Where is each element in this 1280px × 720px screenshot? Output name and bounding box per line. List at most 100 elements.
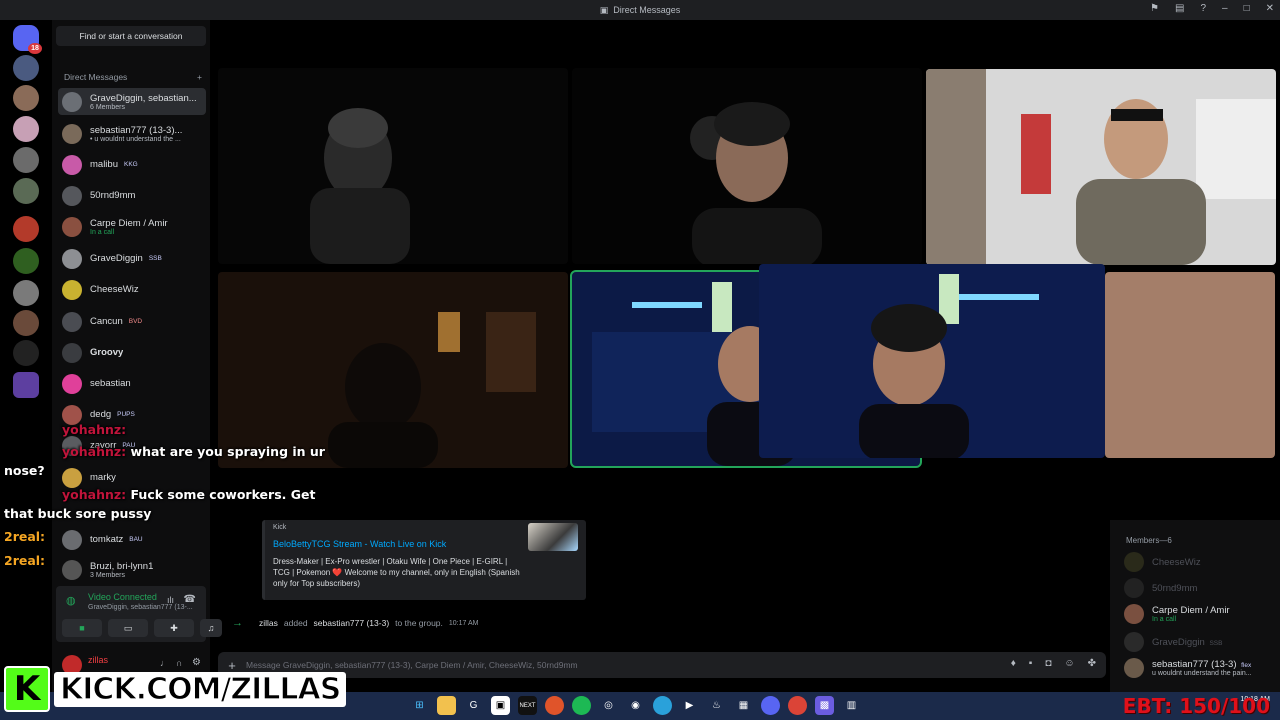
browser-icon[interactable] (545, 696, 564, 715)
composer-icons: ♦ ▪ ◘ ☺ ✤ (1011, 658, 1096, 669)
dm-item[interactable]: tomkatz BAU (58, 526, 206, 553)
gif-icon[interactable]: ▪ (1029, 658, 1033, 669)
spotify-icon[interactable] (572, 696, 591, 715)
server-icon[interactable] (13, 280, 39, 306)
avatar (62, 123, 82, 144)
app-icon[interactable]: ▣ (491, 696, 510, 715)
gift-icon[interactable]: ♦ (1011, 658, 1016, 669)
dm-item[interactable]: sebastian (58, 370, 206, 397)
find-conversation-button[interactable]: Find or start a conversation (56, 26, 206, 46)
steam-icon[interactable]: ♨ (707, 696, 726, 715)
member-item[interactable]: Carpe Diem / Amir In a call (1124, 604, 1274, 624)
discord-icon[interactable] (761, 696, 780, 715)
avatar (62, 373, 82, 394)
embed-thumbnail[interactable] (528, 523, 578, 551)
video-tile-empty[interactable] (1105, 272, 1275, 458)
minimize-button[interactable]: – (1222, 3, 1228, 14)
overlay-chat-line: yohahnz: (62, 422, 127, 437)
disconnect-icon[interactable]: ☎ (184, 594, 196, 605)
server-tag: KKG (124, 161, 138, 168)
overlay-chat-line: yohahnz: what are you spraying in ur (62, 444, 325, 459)
flag-icon[interactable]: ⚑ (1150, 3, 1159, 14)
help-icon[interactable]: ? (1200, 3, 1206, 14)
inbox-tray-icon[interactable]: ▤ (1175, 3, 1184, 14)
voice-buttons: ■ ▭ ✚ ♫ (62, 619, 222, 637)
member-item[interactable]: 50rnd9mm (1124, 578, 1274, 598)
soundboard-button[interactable]: ♫ (200, 619, 222, 637)
dm-item[interactable]: malibu KKG (58, 151, 206, 178)
app-icon[interactable]: ▥ (842, 696, 861, 715)
window-controls: ⚑ ▤ ? – □ ✕ (1150, 3, 1274, 14)
noise-suppression-icon[interactable]: ılı (167, 595, 174, 605)
server-icon[interactable] (13, 178, 39, 204)
app-icon[interactable]: ▦ (734, 696, 753, 715)
emoji-icon[interactable]: ☺ (1064, 658, 1074, 669)
camera-icon: ■ (79, 623, 85, 633)
avatar (62, 279, 82, 300)
server-icon[interactable] (13, 340, 39, 366)
dm-item[interactable]: Cancun BVD (58, 308, 206, 335)
app-icon[interactable]: ▩ (815, 696, 834, 715)
dm-item[interactable]: CheeseWiz (58, 276, 206, 303)
link-embed: Kick BeloBettyTCG Stream - Watch Live on… (262, 520, 586, 600)
server-rail: 18 (0, 20, 52, 692)
server-icon[interactable] (13, 216, 39, 242)
dm-item[interactable]: Bruzi, bri-lynn1 3 Members (58, 556, 206, 583)
server-icon[interactable] (13, 372, 39, 398)
server-tag: BAU (129, 536, 143, 543)
webcam-feed (759, 264, 1105, 458)
member-item[interactable]: sebastian777 (13-3) flex u wouldnt unders… (1124, 658, 1274, 678)
chrome-icon[interactable] (788, 696, 807, 715)
camera-button[interactable]: ■ (62, 619, 102, 637)
app-icon[interactable]: G (464, 696, 483, 715)
media-icon[interactable]: ▶ (680, 696, 699, 715)
home-button[interactable]: 18 (13, 25, 42, 54)
server-tag: SSB (148, 255, 162, 262)
dm-section-header: Direct Messages + (64, 72, 202, 82)
telegram-icon[interactable] (653, 696, 672, 715)
dm-item[interactable]: Groovy (58, 339, 206, 366)
server-icon[interactable] (13, 85, 39, 111)
video-tile[interactable] (218, 68, 568, 264)
server-tag: PUPS (117, 411, 135, 418)
dm-item[interactable]: GraveDiggin SSB (58, 245, 206, 272)
avatar (1124, 604, 1144, 624)
actor-name[interactable]: zillas (259, 618, 278, 628)
start-icon[interactable]: ⊞ (410, 696, 429, 715)
signal-icon: ◍ (66, 595, 76, 607)
member-list: Members—6 CheeseWiz 50rnd9mm Carpe Diem … (1110, 520, 1280, 692)
add-dm-icon[interactable]: + (197, 72, 202, 82)
file-explorer-icon[interactable] (437, 696, 456, 715)
server-icon[interactable] (13, 310, 39, 336)
app-icon[interactable]: NEXT (518, 696, 537, 715)
video-tile[interactable] (218, 272, 568, 468)
server-icon[interactable] (13, 147, 39, 173)
video-tile[interactable] (572, 68, 922, 264)
app-icon[interactable]: ◎ (599, 696, 618, 715)
message-composer[interactable]: + Message GraveDiggin, sebastian777 (13-… (218, 652, 1106, 678)
target-name[interactable]: sebastian777 (13-3) (314, 618, 390, 628)
dm-item[interactable]: 50rnd9mm (58, 182, 206, 209)
dm-item[interactable]: Carpe Diem / Amir In a call (58, 213, 206, 240)
dm-item[interactable]: GraveDiggin, sebastian... 6 Members (58, 88, 206, 115)
server-icon[interactable] (13, 248, 39, 274)
member-item[interactable]: CheeseWiz (1124, 552, 1274, 572)
video-tile[interactable] (926, 69, 1276, 265)
app-icon[interactable]: ◉ (626, 696, 645, 715)
embed-title-link[interactable]: BeloBettyTCG Stream - Watch Live on Kick (273, 539, 446, 549)
overlay-chat-line: nose? (4, 463, 45, 478)
apps-icon[interactable]: ✤ (1088, 658, 1096, 669)
server-icon[interactable] (13, 55, 39, 81)
dm-item[interactable]: sebastian777 (13-3)... • u wouldnt unders… (58, 120, 206, 147)
activities-button[interactable]: ✚ (154, 619, 194, 637)
video-grid (210, 20, 1280, 520)
avatar (1124, 578, 1144, 598)
member-item[interactable]: GraveDiggin SSB (1124, 632, 1274, 652)
close-button[interactable]: ✕ (1266, 3, 1274, 14)
server-icon[interactable] (13, 116, 39, 142)
server-tag: flex (1241, 662, 1252, 669)
screen-share-button[interactable]: ▭ (108, 619, 148, 637)
video-tile[interactable] (759, 264, 1105, 458)
maximize-button[interactable]: □ (1244, 3, 1250, 14)
sticker-icon[interactable]: ◘ (1045, 658, 1051, 669)
